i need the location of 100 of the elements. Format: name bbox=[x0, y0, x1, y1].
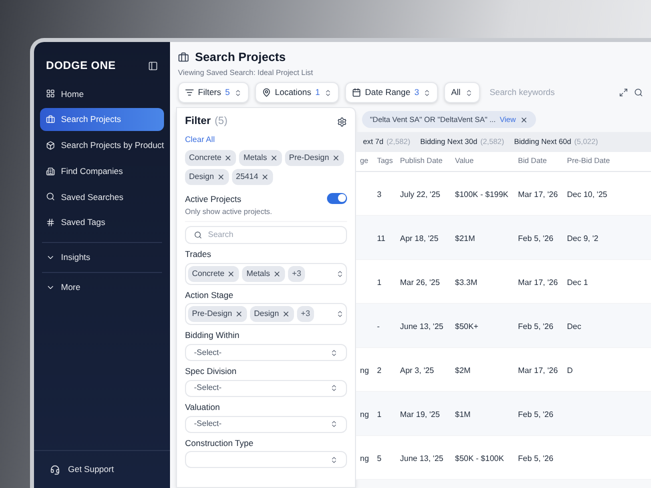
nav-item[interactable]: Saved Tags bbox=[40, 211, 164, 234]
filter-chip[interactable]: Design bbox=[250, 306, 294, 322]
multi-select[interactable]: Pre-Design Design +3 bbox=[185, 303, 347, 326]
nav-item[interactable]: Home bbox=[40, 82, 164, 106]
nav-item[interactable]: Saved Searches bbox=[40, 186, 164, 208]
table-row[interactable]: ng 1 Mar 19, '25 $1M Feb 5, '26 bbox=[356, 392, 651, 436]
table-cell: Mar 17, '26 bbox=[518, 366, 558, 375]
table-cell: Feb 5, '26 bbox=[518, 454, 554, 463]
filter-chip[interactable]: Metals bbox=[242, 266, 286, 282]
chevrons-icon bbox=[423, 88, 432, 97]
nav-item[interactable]: Search Projects by Product bbox=[40, 134, 164, 157]
nav-section[interactable]: Insights bbox=[42, 242, 162, 264]
filter-chip[interactable]: Metals bbox=[239, 150, 282, 166]
select-field[interactable]: -Select- bbox=[185, 416, 347, 432]
clear-all-link[interactable]: Clear All bbox=[185, 134, 215, 146]
section-label: More bbox=[61, 280, 80, 294]
select-label: Filters bbox=[198, 86, 222, 99]
select-field[interactable]: -Select- bbox=[185, 344, 347, 361]
filter-chip[interactable]: 25414 bbox=[232, 168, 274, 185]
close-icon[interactable] bbox=[520, 116, 528, 124]
remove-icon[interactable] bbox=[270, 154, 278, 162]
collapse-sidebar-icon[interactable] bbox=[148, 61, 158, 72]
table-cell: 3 bbox=[377, 190, 382, 199]
headset-icon bbox=[50, 464, 60, 475]
filter-chip[interactable]: Concrete bbox=[185, 150, 236, 166]
field-label: Bidding Within bbox=[185, 329, 240, 342]
toolbar-select[interactable]: Locations 1 bbox=[254, 82, 339, 103]
toolbar-select[interactable]: All bbox=[444, 82, 480, 103]
chevrons-icon bbox=[330, 456, 338, 464]
table-cell: $50K - $100K bbox=[455, 454, 504, 463]
search-icon[interactable] bbox=[634, 88, 643, 98]
page-title: Search Projects bbox=[195, 49, 286, 66]
remove-icon[interactable] bbox=[227, 270, 236, 278]
nav-label: Saved Tags bbox=[61, 216, 106, 229]
filter-search-field[interactable]: Search bbox=[185, 226, 347, 244]
table-cell: 1 bbox=[377, 410, 382, 419]
table-cell: $100K - $199K bbox=[455, 190, 508, 199]
remove-icon[interactable] bbox=[224, 154, 232, 162]
table-cell: - bbox=[377, 322, 380, 331]
filter-chip[interactable]: Concrete bbox=[188, 266, 240, 282]
nav-item[interactable]: Search Projects bbox=[40, 108, 164, 131]
search-icon bbox=[46, 192, 55, 202]
table-cell: Feb 5, '26 bbox=[518, 234, 554, 243]
remove-icon[interactable] bbox=[261, 172, 270, 181]
chevrons-icon bbox=[234, 88, 242, 97]
remove-icon[interactable] bbox=[273, 270, 282, 278]
table-cell: Apr 18, '25 bbox=[400, 234, 438, 243]
table-row[interactable]: 11 Apr 18, '25 $21M Feb 5, '26 Dec 9, '2 bbox=[356, 216, 651, 260]
toggle-label: Active Projects bbox=[185, 192, 242, 206]
table-cell: Dec 9, '2 bbox=[567, 234, 598, 243]
nav-label: Search Projects bbox=[61, 113, 121, 126]
select-label: All bbox=[451, 86, 461, 99]
table-row[interactable]: ng 2 Apr 3, '25 $2M Mar 17, '26 D bbox=[356, 348, 651, 392]
field-label: Construction Type bbox=[185, 436, 254, 450]
toolbar-select[interactable]: Date Range 3 bbox=[345, 82, 438, 103]
search-field[interactable]: Search keywords bbox=[486, 82, 613, 103]
logo: DODGE ONE bbox=[46, 59, 116, 74]
multi-select[interactable]: Concrete Metals +3 bbox=[185, 262, 347, 284]
select-field[interactable]: -Select- bbox=[185, 380, 347, 397]
select-placeholder: -Select- bbox=[194, 418, 222, 430]
grid-icon bbox=[46, 89, 55, 98]
section-label: Insights bbox=[61, 251, 90, 264]
toggle-switch[interactable] bbox=[327, 192, 347, 204]
calendar-icon bbox=[352, 88, 361, 98]
table-cell: Mar 26, '25 bbox=[400, 278, 440, 287]
select-field[interactable] bbox=[185, 451, 347, 468]
building-icon bbox=[46, 166, 55, 176]
select-count: 5 bbox=[225, 86, 230, 99]
field-label: Valuation bbox=[185, 400, 221, 414]
table-cell: D bbox=[567, 366, 573, 375]
support-label: Get Support bbox=[68, 463, 114, 476]
briefcase-icon bbox=[46, 115, 55, 124]
filter-chip[interactable]: Pre-Design bbox=[188, 306, 248, 322]
chevrons-icon bbox=[330, 384, 338, 392]
table-row[interactable]: 1 Mar 26, '25 $3.3M Mar 17, '26 Dec 1 bbox=[356, 260, 651, 304]
nav-label: Search Projects by Product bbox=[61, 139, 164, 152]
table-cell: Mar 17, '26 bbox=[518, 190, 558, 199]
hash-icon bbox=[46, 218, 55, 228]
toolbar-select[interactable]: Filters 5 bbox=[178, 82, 249, 103]
table-row[interactable]: ng 5 June 13, '25 $50K - $100K Feb 5, '26 bbox=[356, 436, 651, 480]
table-cell: 2 bbox=[377, 366, 382, 375]
table-cell: Dec 1 bbox=[567, 278, 588, 287]
table-row[interactable]: 3 July 22, '25 $100K - $199K Mar 17, '26 Dec 10, '25 bbox=[356, 172, 651, 216]
filter-chip[interactable]: Design bbox=[185, 168, 229, 185]
table-cell: Dec bbox=[567, 322, 582, 331]
nav-item[interactable]: Find Companies bbox=[40, 160, 164, 182]
settings-icon[interactable] bbox=[337, 116, 347, 127]
remove-icon[interactable] bbox=[332, 154, 340, 162]
select-label: Locations bbox=[274, 86, 312, 99]
table-cell: Dec 10, '25 bbox=[567, 190, 608, 199]
remove-icon[interactable] bbox=[216, 172, 225, 181]
table-cell: $50K+ bbox=[455, 322, 478, 331]
remove-icon[interactable] bbox=[235, 310, 244, 318]
filter-search-input[interactable]: Search bbox=[208, 228, 338, 241]
remove-icon[interactable] bbox=[282, 310, 290, 318]
table-row[interactable]: - June 13, '25 $50K+ Feb 5, '26 Dec bbox=[356, 304, 651, 348]
filter-chip[interactable]: Pre-Design bbox=[285, 150, 344, 166]
chevrons-icon bbox=[336, 270, 344, 278]
nav-section[interactable]: More bbox=[42, 272, 162, 294]
expand-icon[interactable] bbox=[619, 88, 628, 98]
